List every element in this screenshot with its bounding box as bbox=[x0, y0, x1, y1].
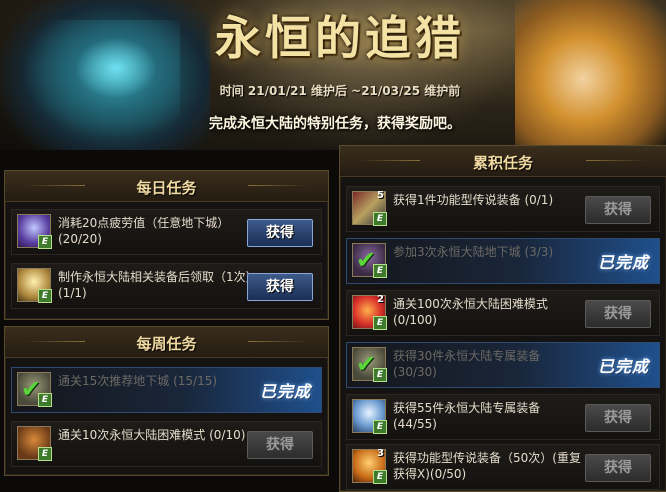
cumulative-task-5: E 获得55件永恒大陆专属装备 (44/55) 获得 bbox=[346, 394, 660, 440]
dungeon-check-icon: ✔ E bbox=[352, 243, 387, 278]
weekly-task-2: E 通关10次永恒大陆困难模式 (0/10) 获得 bbox=[11, 421, 322, 467]
task-description: 获得30件永恒大陆专属装备 (30/30) bbox=[393, 349, 541, 379]
event-title: 永恒的追猎 bbox=[215, 11, 465, 65]
claim-button[interactable]: 获得 bbox=[585, 300, 651, 328]
cumulative-task-2: ✔ E 参加3次永恒大陆地下城 (3/3) 已完成 bbox=[346, 238, 660, 284]
task-description: 获得1件功能型传说装备 (0/1) bbox=[393, 193, 554, 207]
cumulative-task-3: 2E 通关100次永恒大陆困难模式 (0/100) 获得 bbox=[346, 290, 660, 336]
cumulative-tasks-title: 累积任务 bbox=[472, 154, 533, 172]
task-description: 参加3次永恒大陆地下城 (3/3) bbox=[393, 245, 554, 259]
event-subtitle: 完成永恒大陆的特别任务，获得奖励吧。 bbox=[209, 116, 461, 132]
claim-button[interactable]: 获得 bbox=[585, 196, 651, 224]
daily-tasks-header: 每日任务 bbox=[5, 171, 328, 202]
event-banner: 永恒的追猎 时间 21/01/21 维护后 ~21/03/25 维护前 完成永恒… bbox=[0, 0, 666, 150]
crafting-box-icon: E bbox=[17, 268, 52, 303]
task-description: 通关10次永恒大陆困难模式 (0/10) bbox=[58, 428, 246, 442]
dungeon-check-icon: ✔ E bbox=[17, 372, 52, 407]
character-artwork bbox=[515, 0, 666, 150]
cumulative-tasks-panel: 累积任务 5E 获得1件功能型传说装备 (0/1) 获得 ✔ E 参加3次永恒大陆… bbox=[339, 145, 666, 492]
weekly-tasks-header: 每周任务 bbox=[5, 327, 328, 358]
task-description: 制作永恒大陆相关装备后领取（1次）(1/1) bbox=[58, 270, 252, 300]
cumulative-task-6: 3E 获得功能型传说装备（50次）(重复获得X)(0/50) 获得 bbox=[346, 444, 660, 490]
claim-button[interactable]: 获得 bbox=[585, 404, 651, 432]
task-description: 通关15次推荐地下城 (15/15) bbox=[58, 374, 218, 388]
task-description: 获得功能型传说装备（50次）(重复获得X)(0/50) bbox=[393, 451, 581, 481]
monster-glow bbox=[20, 20, 180, 140]
fire-cube-icon: 2E bbox=[352, 294, 387, 330]
task-description: 消耗20点疲劳值（任意地下城）(20/20) bbox=[58, 216, 230, 246]
daily-task-2: E 制作永恒大陆相关装备后领取（1次）(1/1) 获得 bbox=[11, 263, 322, 309]
completed-label: 已完成 bbox=[259, 382, 311, 401]
cumulative-task-1: 5E 获得1件功能型传说装备 (0/1) 获得 bbox=[346, 186, 660, 232]
bottle-icon: E bbox=[17, 426, 52, 461]
claim-button[interactable]: 获得 bbox=[585, 454, 651, 482]
fatigue-potion-icon: E bbox=[17, 214, 52, 249]
scroll-icon: E bbox=[352, 399, 387, 434]
cumulative-tasks-header: 累积任务 bbox=[340, 146, 666, 177]
claim-button[interactable]: 获得 bbox=[247, 431, 313, 459]
legendary-set-icon: 5E bbox=[352, 190, 387, 226]
daily-tasks-title: 每日任务 bbox=[136, 179, 197, 197]
completed-label: 已完成 bbox=[597, 253, 649, 272]
claim-button[interactable]: 获得 bbox=[247, 219, 313, 247]
legendary-gear-icon: 3E bbox=[352, 448, 387, 484]
event-period: 时间 21/01/21 维护后 ~21/03/25 维护前 bbox=[219, 84, 461, 98]
weekly-tasks-title: 每周任务 bbox=[136, 335, 197, 353]
cumulative-task-4: ✔ E 获得30件永恒大陆专属装备 (30/30) 已完成 bbox=[346, 342, 660, 388]
task-description: 获得55件永恒大陆专属装备 (44/55) bbox=[393, 401, 541, 431]
daily-task-1: E 消耗20点疲劳值（任意地下城）(20/20) 获得 bbox=[11, 209, 322, 255]
claim-button[interactable]: 获得 bbox=[247, 273, 313, 301]
daily-tasks-panel: 每日任务 E 消耗20点疲劳值（任意地下城）(20/20) 获得 E 制作永恒大… bbox=[4, 170, 329, 320]
weekly-task-1: ✔ E 通关15次推荐地下城 (15/15) 已完成 bbox=[11, 367, 322, 413]
task-description: 通关100次永恒大陆困难模式 (0/100) bbox=[393, 297, 548, 327]
completed-label: 已完成 bbox=[597, 357, 649, 376]
weekly-tasks-panel: 每周任务 ✔ E 通关15次推荐地下城 (15/15) 已完成 E 通关10次永恒… bbox=[4, 326, 329, 476]
equipment-check-icon: ✔ E bbox=[352, 347, 387, 382]
